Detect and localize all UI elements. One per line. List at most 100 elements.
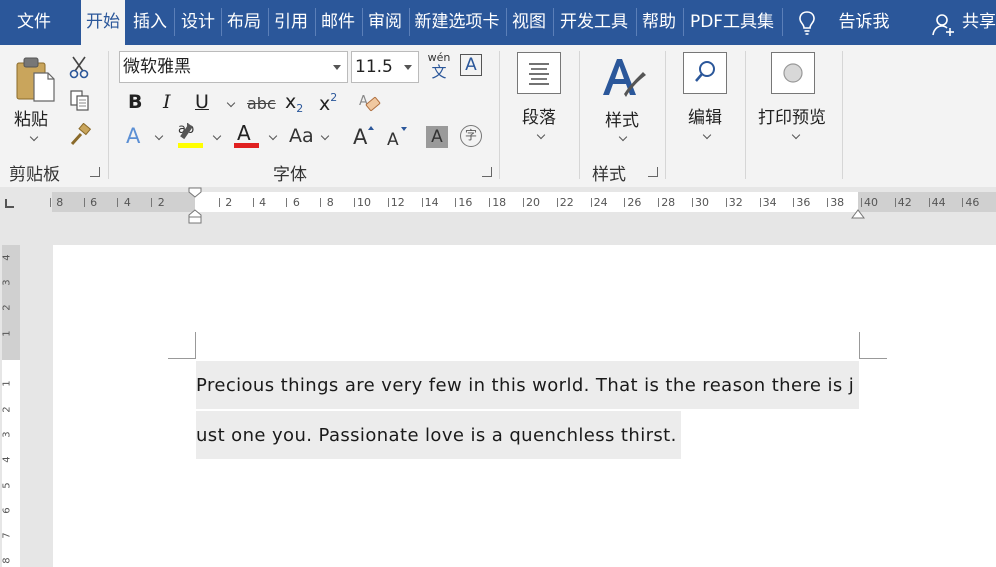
- text-effects-dropdown-chevron-icon[interactable]: [154, 131, 164, 141]
- character-border-button[interactable]: A: [460, 54, 482, 76]
- vruler-label: 5: [1, 481, 13, 489]
- ribbon: 粘贴 剪贴板 微软雅黑 11.5 wén 文 A B I U abc x2 x2…: [0, 45, 996, 188]
- shrink-font-button[interactable]: A: [387, 130, 399, 150]
- font-color-button[interactable]: A: [233, 121, 261, 150]
- paste-button[interactable]: 粘贴: [14, 105, 48, 130]
- underline-dropdown-chevron-icon[interactable]: [226, 98, 236, 108]
- vruler-label: 2: [1, 304, 13, 312]
- tab-design[interactable]: 设计: [176, 0, 220, 45]
- lightbulb-icon[interactable]: [796, 10, 818, 36]
- paste-clipboard-icon[interactable]: [14, 55, 58, 103]
- crop-mark: [195, 332, 196, 359]
- font-size-value: 11.5: [355, 57, 393, 77]
- ruler-tick: [962, 198, 964, 207]
- vruler-label: 1: [1, 380, 13, 387]
- tab-home[interactable]: 开始: [81, 0, 125, 45]
- vruler-label: 4: [1, 456, 13, 463]
- change-case-button[interactable]: Aa: [289, 125, 314, 147]
- tab-new-tab[interactable]: 新建选项卡: [410, 0, 504, 45]
- subscript-button[interactable]: x2: [285, 91, 303, 115]
- tab-pdf-tools[interactable]: PDF工具集: [684, 0, 780, 45]
- ruler-label: 14: [424, 196, 439, 209]
- clear-formatting-eraser-icon[interactable]: A: [357, 92, 383, 116]
- person-add-icon[interactable]: [932, 13, 956, 37]
- clipboard-launcher-icon[interactable]: [90, 167, 100, 177]
- styles-icon[interactable]: [600, 53, 648, 101]
- ruler-label: 36: [796, 196, 811, 209]
- ruler-label: 4: [123, 196, 131, 209]
- paste-dropdown-chevron-icon[interactable]: [29, 132, 39, 142]
- print-preview-dropdown-chevron-icon[interactable]: [791, 130, 801, 140]
- font-group-label: 字体: [273, 165, 307, 185]
- tab-mailings[interactable]: 邮件: [316, 0, 360, 45]
- font-name-combo[interactable]: 微软雅黑: [119, 51, 348, 83]
- ruler-label: 38: [830, 196, 845, 209]
- indent-markers-icon[interactable]: [187, 187, 203, 225]
- highlight-button[interactable]: ab: [176, 122, 204, 150]
- ruler-tick: [658, 198, 660, 207]
- styles-launcher-icon[interactable]: [648, 167, 658, 177]
- font-size-combo[interactable]: 11.5: [351, 51, 419, 83]
- ruler-label: 16: [458, 196, 473, 209]
- editing-dropdown-chevron-icon[interactable]: [702, 130, 712, 140]
- tab-selector[interactable]: [0, 192, 22, 214]
- text-effects-button[interactable]: A: [126, 124, 140, 148]
- font-color-bar: [234, 143, 259, 148]
- print-preview-button[interactable]: 打印预览: [758, 103, 826, 128]
- document-line-2[interactable]: ust one you. Passionate love is a quench…: [196, 411, 681, 459]
- tab-developer[interactable]: 开发工具: [554, 0, 634, 45]
- styles-button[interactable]: 样式: [605, 106, 639, 131]
- tab-review[interactable]: 审阅: [363, 0, 407, 45]
- subscript-two: 2: [296, 102, 304, 115]
- font-size-dropdown-icon[interactable]: [404, 65, 412, 70]
- right-indent-marker-icon[interactable]: [851, 207, 865, 219]
- character-shading-button[interactable]: A: [426, 126, 448, 148]
- grow-font-button[interactable]: A: [353, 125, 367, 149]
- document-line-1[interactable]: Precious things are very few in this wor…: [196, 361, 859, 409]
- crop-mark: [859, 358, 887, 359]
- underline-button[interactable]: U: [195, 91, 209, 113]
- tab-insert[interactable]: 插入: [128, 0, 172, 45]
- paragraph-button[interactable]: 段落: [522, 103, 556, 128]
- clipboard-group-label: 剪贴板: [9, 165, 60, 185]
- highlight-dropdown-chevron-icon[interactable]: [212, 131, 222, 141]
- format-painter-icon[interactable]: [68, 123, 92, 147]
- copy-icon[interactable]: [68, 89, 92, 113]
- tab-layout[interactable]: 布局: [222, 0, 266, 45]
- font-color-dropdown-chevron-icon[interactable]: [268, 131, 278, 141]
- superscript-button[interactable]: x2: [319, 91, 337, 115]
- font-name-dropdown-icon[interactable]: [333, 65, 341, 70]
- vruler-label: 4: [1, 254, 13, 261]
- strikethrough-button[interactable]: abc: [247, 94, 276, 113]
- editing-icon-box[interactable]: [683, 52, 727, 94]
- ruler-tick: [793, 198, 795, 207]
- styles-dropdown-chevron-icon[interactable]: [618, 132, 628, 142]
- cut-scissors-icon[interactable]: [68, 55, 90, 79]
- ruler-label: 10: [357, 196, 371, 209]
- tell-me-button[interactable]: 告诉我: [832, 0, 896, 45]
- paragraph-icon-box[interactable]: [517, 52, 561, 94]
- ruler-tick: [556, 198, 558, 207]
- tab-help[interactable]: 帮助: [637, 0, 681, 45]
- print-preview-icon-box[interactable]: [771, 52, 815, 94]
- ribbon-tab-bar: 文件 开始 插入 设计 布局 引用 邮件 审阅 新建选项卡 视图 开发工具 帮助…: [0, 0, 996, 45]
- tab-references[interactable]: 引用: [269, 0, 313, 45]
- tab-file[interactable]: 文件: [0, 0, 68, 45]
- subscript-x: x: [285, 91, 297, 113]
- phonetic-guide-button[interactable]: wén 文: [427, 52, 451, 82]
- font-launcher-icon[interactable]: [482, 167, 492, 177]
- tab-view[interactable]: 视图: [507, 0, 551, 45]
- share-button[interactable]: 共享: [962, 0, 996, 45]
- vertical-ruler[interactable]: 4 3 2 1 1 2 3 4 5 6 7 8: [0, 245, 22, 567]
- ruler-label: 28: [661, 196, 676, 209]
- font-color-letter: A: [237, 121, 251, 145]
- paragraph-dropdown-chevron-icon[interactable]: [536, 130, 546, 140]
- change-case-dropdown-chevron-icon[interactable]: [320, 131, 330, 141]
- ruler-label: 4: [259, 196, 267, 209]
- bold-button[interactable]: B: [128, 91, 142, 113]
- italic-button[interactable]: I: [163, 91, 171, 113]
- vruler-label: 3: [1, 279, 13, 286]
- editing-button[interactable]: 编辑: [688, 103, 722, 128]
- enclose-characters-button[interactable]: 字: [460, 125, 482, 147]
- horizontal-ruler[interactable]: 8 6 4 2 2 4 6 8 10 12 14 16 18 20 22 24 26 28 30 32 34 36 38 40…: [0, 187, 996, 224]
